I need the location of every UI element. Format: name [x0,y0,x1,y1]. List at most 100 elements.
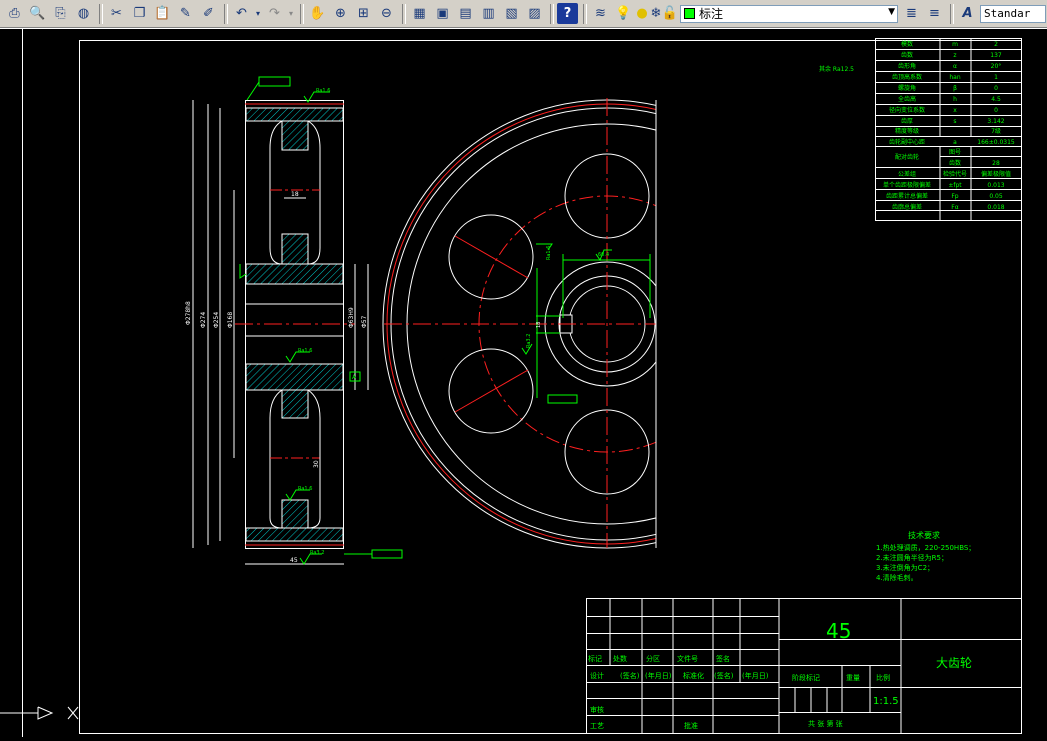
section-view: Φ278h8 Φ274 Φ254 Φ168 Φ63H9 Φ57 30 18 45… [185,76,403,565]
markup-icon[interactable]: ▧ [501,3,522,24]
dim-d1: Φ278h8 [185,301,192,325]
text-style-icon[interactable]: A [957,3,978,24]
row-label: 标记 [588,654,602,663]
tolerance-value: 0.05 [989,193,1003,200]
row-label: 分区 [646,654,660,663]
properties-icon[interactable]: ▦ [409,3,430,24]
tolerance-name: 齿廓总偏差 [892,203,922,211]
bulb-icon[interactable]: 💡 [613,3,634,24]
undo-icon[interactable]: ↶ [231,3,252,24]
sheets-label: 共 张 第 张 [808,719,843,728]
toolbar-separator [99,3,103,24]
match-properties-icon[interactable]: ✎ [175,3,196,24]
param-value: 2 [994,41,998,48]
ra-key: Ra3.2 [526,334,532,348]
param-name: 全齿高 [898,95,916,103]
toolbar-separator [224,3,228,24]
layer-previous-icon[interactable]: ≡ [924,3,945,24]
block-editor-icon[interactable]: ✐ [198,3,219,24]
param-value: 20° [991,63,1002,70]
web-icon[interactable]: ◍ [73,3,94,24]
help-icon[interactable]: ? [557,3,578,24]
part-name: 大齿轮 [936,656,972,670]
copy-icon[interactable]: ❐ [129,3,150,24]
tolerance-value: 0.013 [987,182,1004,189]
date-1: (年月日) [645,671,672,680]
weight-label: 重量 [846,674,860,682]
plot-preview-icon[interactable]: 🔍 [27,3,48,24]
param-name: 径向变位系数 [889,106,925,114]
drawing-canvas[interactable]: Φ278h8 Φ274 Φ254 Φ168 Φ63H9 Φ57 30 18 45… [0,28,1047,737]
param-value: 0 [994,107,998,114]
text-style-dropdown[interactable]: Standar [980,4,1046,23]
material: 45 [826,619,851,643]
stage-mark-label: 阶段标记 [792,673,820,682]
tolerance-header: 公差组 [898,170,916,178]
cut-icon[interactable]: ✂ [106,3,127,24]
tech-title: 技术要求 [908,530,940,540]
param-name: 模数 [901,40,913,48]
layer-dropdown[interactable]: 标注 ▼ [680,4,898,23]
tolerance-header: 偏差极限值 [981,170,1011,178]
dim-d6: Φ63H9 [348,307,355,328]
parameter-table-text: 模数 m 2 齿数 z 137 齿形角 α 20° 齿顶高系数 han 1 螺旋角 β 0 全齿高 h 4.5 径向… [883,40,1015,211]
dim-key-d: 60.4 [598,252,609,258]
ra-mid: Ra1.6 [298,348,312,354]
standard-toolbar: ⎙ 🔍 ⎘ ◍ ✂ ❐ 📋 ✎ ✐ ↶ ▾ ↷ ▾ ✋ ⊕ ⊞ ⊖ ▦ ▣ ▤ … [0,0,1047,28]
technical-requirements: 技术要求 1.热处理调质，220-250HBS； 2.未注圆角半径为R5； 3.… [876,530,975,582]
param-name: 齿形角 [898,62,916,70]
tech-line: 2.未注圆角半径为R5； [876,553,948,562]
zoom-realtime-icon[interactable]: ⊕ [330,3,351,24]
drawing-border [79,40,1022,734]
tolerance-name: 齿距累计总偏差 [886,192,928,200]
param-symbol: α [953,63,957,70]
param-name: 螺旋角 [898,84,916,92]
toolbar-separator [583,3,587,24]
design-center-icon[interactable]: ▣ [432,3,453,24]
param-symbol: h [953,96,957,103]
sheet-set-icon[interactable]: ▥ [478,3,499,24]
pair-gear-row-label: 齿数 [949,159,961,167]
redo-icon[interactable]: ↷ [264,3,285,24]
title-block-text: 45 大齿轮 1:1.5 标记 处数 分区 文件号 签名 设计 (签名) (年月… [588,619,972,730]
redo-dropdown-icon[interactable]: ▾ [287,3,295,24]
sun-icon[interactable]: ● [636,3,648,24]
pair-gear-row-value: 28 [992,160,1000,167]
center-distance-label: 齿轮副中心距 [889,138,925,146]
publish-icon[interactable]: ⎘ [50,3,71,24]
ra-hole: Ra1.6 [546,246,552,260]
pair-gear-label: 配对齿轮 [895,153,919,161]
zoom-window-icon[interactable]: ⊞ [353,3,374,24]
undo-dropdown-icon[interactable]: ▾ [254,3,262,24]
lock-icon[interactable]: 🔓 [662,3,678,24]
param-value: 4.5 [991,96,1001,103]
ratio-label: 比例 [876,673,890,682]
drawing-sheet: Φ278h8 Φ274 Φ254 Φ168 Φ63H9 Φ57 30 18 45… [0,28,1047,737]
tool-palettes-icon[interactable]: ▤ [455,3,476,24]
chevron-down-icon[interactable]: ▼ [888,7,895,17]
tolerance-name: 单个齿距极限偏差 [883,181,931,189]
param-value: 3.142 [987,118,1004,125]
tech-line: 3.未注倒角为C2； [876,563,934,572]
accuracy-label: 精度等级 [895,127,919,135]
layer-name: 标注 [699,7,724,21]
param-value: 0 [994,85,998,92]
calculator-icon[interactable]: ▨ [524,3,545,24]
tolerance-header: 检验代号 [943,170,967,178]
param-name: 齿数 [901,51,913,59]
paste-icon[interactable]: 📋 [152,3,173,24]
print-icon[interactable]: ⎙ [4,3,25,24]
sign-1: (签名) [620,671,640,680]
front-view [382,98,656,549]
param-symbol: z [953,52,956,59]
pan-icon[interactable]: ✋ [307,3,328,24]
center-distance-symbol: a [953,139,957,146]
tolerance-symbol: Fα [951,204,958,211]
freeze-icon[interactable]: ❄ [650,3,662,24]
make-current-layer-icon[interactable]: ≣ [901,3,922,24]
layer-manager-icon[interactable]: ≋ [590,3,611,24]
param-symbol: han [949,74,960,81]
dim-d4: Φ168 [227,312,234,328]
zoom-previous-icon[interactable]: ⊖ [376,3,397,24]
toolbar-separator [550,3,554,24]
